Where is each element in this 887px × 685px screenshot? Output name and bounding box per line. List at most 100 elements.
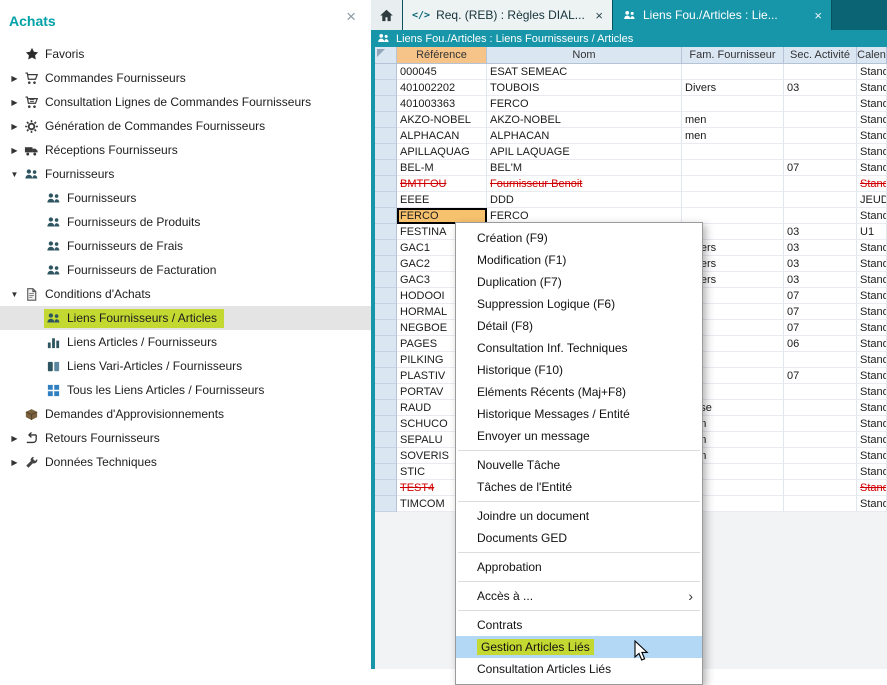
table-row[interactable]: AKZO-NOBELAKZO-NOBELmenStand	[375, 112, 887, 128]
menu-item-nouvelle-t-che[interactable]: Nouvelle Tâche	[456, 454, 702, 476]
cell-sec-activite[interactable]	[784, 400, 857, 416]
cell-nom[interactable]: ESAT SEMEAC	[487, 64, 682, 80]
cell-sec-activite[interactable]: 07	[784, 160, 857, 176]
menu-item-contrats[interactable]: Contrats	[456, 614, 702, 636]
table-row[interactable]: ALPHACANALPHACANmenStand	[375, 128, 887, 144]
cell-nom[interactable]: TOUBOIS	[487, 80, 682, 96]
cell-nom[interactable]: ALPHACAN	[487, 128, 682, 144]
tab-home[interactable]	[371, 0, 403, 30]
row-selector[interactable]	[375, 256, 397, 272]
sidebar-item-consultation-lignes-de-commandes-fournisseurs[interactable]: ▶Consultation Lignes de Commandes Fourni…	[0, 90, 371, 114]
row-selector[interactable]	[375, 240, 397, 256]
cell-nom[interactable]: APIL LAQUAGE	[487, 144, 682, 160]
cell-sec-activite[interactable]: 07	[784, 288, 857, 304]
cell-sec-activite[interactable]: 03	[784, 272, 857, 288]
cell-sec-activite[interactable]: 03	[784, 256, 857, 272]
row-selector[interactable]	[375, 496, 397, 512]
table-row[interactable]: 000045ESAT SEMEACStand	[375, 64, 887, 80]
cell-reference[interactable]: ALPHACAN	[397, 128, 487, 144]
cell-calendrier[interactable]: Stand	[857, 384, 887, 400]
sidebar-item-tous-les-liens-articles-fournisseurs[interactable]: Tous les Liens Articles / Fournisseurs	[0, 378, 371, 402]
column-header-reference[interactable]: Référence	[397, 47, 487, 64]
cell-sec-activite[interactable]	[784, 384, 857, 400]
menu-item-historique-messages-entit[interactable]: Historique Messages / Entité	[456, 403, 702, 425]
menu-item-modification-f1[interactable]: Modification (F1)	[456, 249, 702, 271]
row-selector[interactable]	[375, 208, 397, 224]
cell-sec-activite[interactable]	[784, 352, 857, 368]
row-selector[interactable]	[375, 64, 397, 80]
cell-calendrier[interactable]: Stand	[857, 400, 887, 416]
row-selector[interactable]	[375, 272, 397, 288]
cell-nom[interactable]: BEL'M	[487, 160, 682, 176]
tab-req-rules[interactable]: </> Req. (REB) : Règles DIAL... ×	[403, 0, 613, 30]
row-selector[interactable]	[375, 112, 397, 128]
sidebar-item-demandes-d-approvisionnements[interactable]: Demandes d'Approvisionnements	[0, 402, 371, 426]
expand-arrow-icon[interactable]: ▶	[7, 434, 22, 443]
sidebar-item-liens-vari-articles-fournisseurs[interactable]: Liens Vari-Articles / Fournisseurs	[0, 354, 371, 378]
cell-fam-fournisseur[interactable]	[682, 160, 784, 176]
cell-sec-activite[interactable]	[784, 176, 857, 192]
cell-calendrier[interactable]: Stand	[857, 496, 887, 512]
cell-calendrier[interactable]: Stand	[857, 464, 887, 480]
row-selector[interactable]	[375, 224, 397, 240]
sidebar-item-fournisseurs[interactable]: Fournisseurs	[0, 186, 371, 210]
tab-close-icon[interactable]: ×	[595, 8, 603, 23]
sidebar-item-fournisseurs-de-facturation[interactable]: Fournisseurs de Facturation	[0, 258, 371, 282]
menu-item-gestion-articles-li-s[interactable]: Gestion Articles Liés	[456, 636, 702, 658]
cell-calendrier[interactable]: Stand	[857, 336, 887, 352]
cell-sec-activite[interactable]	[784, 480, 857, 496]
sidebar-item-liens-articles-fournisseurs[interactable]: Liens Articles / Fournisseurs	[0, 330, 371, 354]
menu-item-documents-ged[interactable]: Documents GED	[456, 527, 702, 549]
row-selector[interactable]	[375, 352, 397, 368]
menu-item-t-ches-de-l-entit[interactable]: Tâches de l'Entité	[456, 476, 702, 498]
cell-calendrier[interactable]: Stand	[857, 368, 887, 384]
cell-sec-activite[interactable]	[784, 96, 857, 112]
menu-item-cr-ation-f9[interactable]: Création (F9)	[456, 227, 702, 249]
cell-sec-activite[interactable]: 07	[784, 320, 857, 336]
sidebar-item-donn-es-techniques[interactable]: ▶Données Techniques	[0, 450, 371, 474]
cell-reference[interactable]: EEEE	[397, 192, 487, 208]
menu-item-historique-f10[interactable]: Historique (F10)	[456, 359, 702, 381]
menu-item-joindre-un-document[interactable]: Joindre un document	[456, 505, 702, 527]
row-selector[interactable]	[375, 176, 397, 192]
row-selector[interactable]	[375, 400, 397, 416]
menu-item-duplication-f7[interactable]: Duplication (F7)	[456, 271, 702, 293]
cell-reference[interactable]: AKZO-NOBEL	[397, 112, 487, 128]
cell-fam-fournisseur[interactable]	[682, 64, 784, 80]
cell-calendrier[interactable]: Stand	[857, 112, 887, 128]
cell-sec-activite[interactable]: 06	[784, 336, 857, 352]
cell-calendrier[interactable]: Stand	[857, 96, 887, 112]
cell-reference[interactable]: BEL-M	[397, 160, 487, 176]
cell-reference[interactable]: 401002202	[397, 80, 487, 96]
cell-calendrier[interactable]: Stand	[857, 128, 887, 144]
sidebar-item-r-ceptions-fournisseurs[interactable]: ▶Réceptions Fournisseurs	[0, 138, 371, 162]
row-selector[interactable]	[375, 464, 397, 480]
cell-nom[interactable]: Fournisseur Benoit	[487, 176, 682, 192]
menu-item-d-tail-f8[interactable]: Détail (F8)	[456, 315, 702, 337]
menu-item-consultation-inf-techniques[interactable]: Consultation Inf. Techniques	[456, 337, 702, 359]
cell-sec-activite[interactable]: 03	[784, 80, 857, 96]
table-row[interactable]: 401003363FERCOStand	[375, 96, 887, 112]
cell-fam-fournisseur[interactable]	[682, 144, 784, 160]
sidebar-item-g-n-ration-de-commandes-fournisseurs[interactable]: ▶Génération de Commandes Fournisseurs	[0, 114, 371, 138]
tab-liens-fournisseurs-articles[interactable]: Liens Fou./Articles : Lie... ×	[613, 0, 832, 30]
row-selector[interactable]	[375, 160, 397, 176]
cell-sec-activite[interactable]	[784, 416, 857, 432]
cell-fam-fournisseur[interactable]: men	[682, 112, 784, 128]
cell-sec-activite[interactable]	[784, 112, 857, 128]
cell-calendrier[interactable]: Stand	[857, 304, 887, 320]
row-selector[interactable]	[375, 432, 397, 448]
cell-sec-activite[interactable]: 07	[784, 304, 857, 320]
cell-sec-activite[interactable]: 07	[784, 368, 857, 384]
cell-sec-activite[interactable]	[784, 208, 857, 224]
cell-calendrier[interactable]: Stand	[857, 416, 887, 432]
sidebar-item-favoris[interactable]: Favoris	[0, 42, 371, 66]
row-selector[interactable]	[375, 96, 397, 112]
cell-fam-fournisseur[interactable]	[682, 192, 784, 208]
cell-sec-activite[interactable]	[784, 432, 857, 448]
cell-fam-fournisseur[interactable]	[682, 96, 784, 112]
cell-nom[interactable]: DDD	[487, 192, 682, 208]
column-header-sec-activite[interactable]: Sec. Activité	[784, 47, 857, 64]
cell-sec-activite[interactable]	[784, 464, 857, 480]
column-header-fam-fournisseur[interactable]: Fam. Fournisseur	[682, 47, 784, 64]
